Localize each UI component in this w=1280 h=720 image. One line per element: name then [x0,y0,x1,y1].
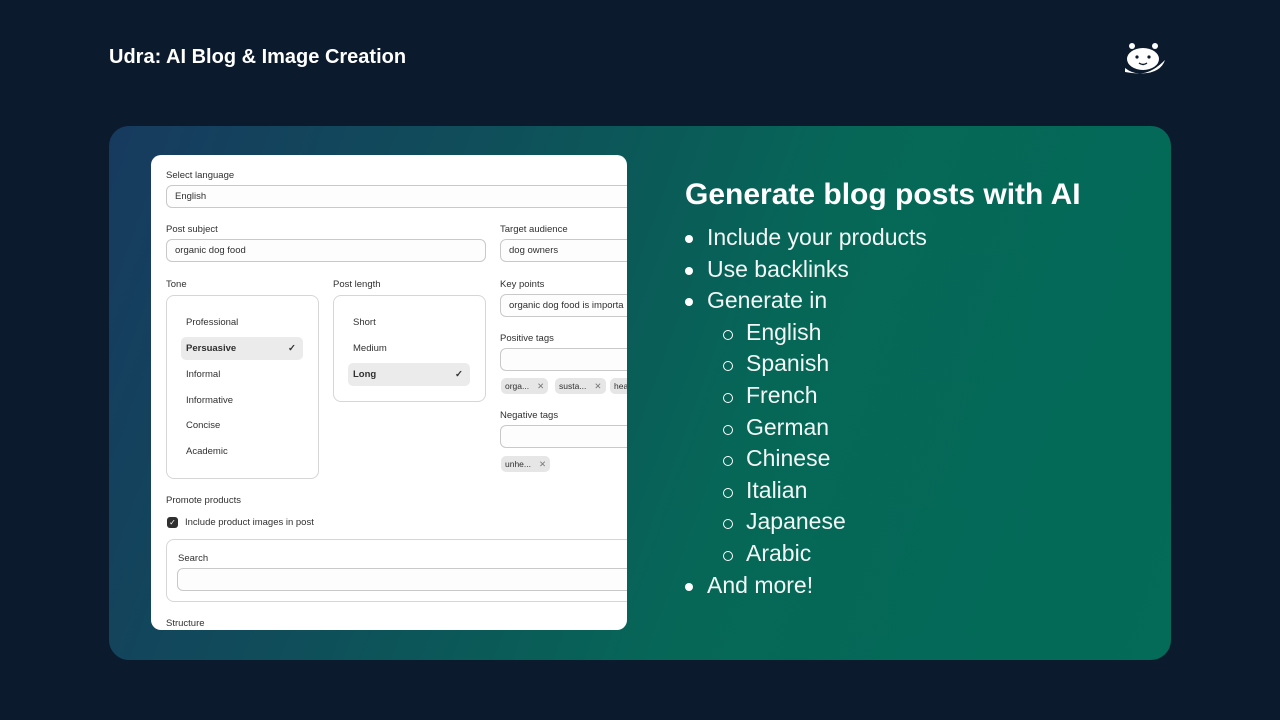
tone-option-concise[interactable]: Concise [181,414,303,437]
close-icon[interactable]: ✕ [539,459,546,469]
language-label: Select language [166,170,235,181]
positive-tag[interactable]: hea [610,378,627,394]
length-option-long[interactable]: Long ✓ [348,363,470,386]
include-images-label: Include product images in post [185,517,314,528]
positive-tag[interactable]: susta... ✕ [555,378,606,394]
feature-item: Use backlinks [685,254,1081,286]
include-images-checkbox[interactable]: ✓ [167,517,178,528]
tag-label: orga... [505,381,530,391]
feature-list: Generate blog posts with AI Include your… [685,178,1081,601]
structure-label: Structure [166,618,205,629]
language-item: German [685,412,1081,444]
tone-option-informative[interactable]: Informative [181,389,303,412]
language-item: Arabic [685,538,1081,570]
target-audience-label: Target audience [500,224,568,235]
tone-option-label: Persuasive [186,343,237,354]
checkmark-icon: ✓ [455,369,463,380]
language-item: English [685,317,1081,349]
key-points-label: Key points [500,279,545,290]
language-item: French [685,380,1081,412]
page-title: Udra: AI Blog & Image Creation [109,46,407,68]
positive-tags-label: Positive tags [500,333,554,344]
tag-label: susta... [559,381,587,391]
product-search-input[interactable] [177,568,627,591]
product-search-box: Search [166,539,627,602]
feature-item: Generate in [685,285,1081,317]
positive-tags-input[interactable] [500,348,627,371]
post-length-label: Post length [333,279,381,290]
post-subject-input[interactable]: organic dog food [166,239,486,262]
tone-option-academic[interactable]: Academic [181,440,303,463]
target-audience-input[interactable]: dog owners [500,239,627,262]
otter-logo-icon [1125,43,1165,74]
length-option-label: Long [353,369,377,380]
feature-card: Select language English Post subject org… [109,126,1171,660]
tone-list: Professional Persuasive ✓ Informal Inform… [166,295,319,479]
negative-tags-label: Negative tags [500,410,559,421]
search-label: Search [178,553,209,564]
language-item: Chinese [685,443,1081,475]
language-item: Spanish [685,348,1081,380]
tone-label: Tone [166,279,187,290]
post-subject-label: Post subject [166,224,218,235]
positive-tag[interactable]: orga... ✕ [501,378,549,394]
tone-option-informal[interactable]: Informal [181,363,303,386]
tone-option-persuasive[interactable]: Persuasive ✓ [181,337,303,360]
language-item: Japanese [685,506,1081,538]
negative-tags-input[interactable] [500,425,627,448]
post-length-list: Short Medium Long ✓ [333,295,486,402]
tone-option-professional[interactable]: Professional [181,311,303,334]
promote-products-label: Promote products [166,495,241,506]
length-option-short[interactable]: Short [348,311,470,334]
negative-tag[interactable]: unhe... ✕ [501,456,551,472]
feature-item: Include your products [685,222,1081,254]
feature-item: And more! [685,570,1081,602]
tag-label: hea [614,381,627,391]
checkmark-icon: ✓ [288,343,296,354]
key-points-input[interactable]: organic dog food is importa [500,294,627,317]
language-item: Italian [685,475,1081,507]
blog-form-screenshot: Select language English Post subject org… [151,155,627,630]
language-select[interactable]: English [166,185,627,208]
tag-label: unhe... [505,459,531,469]
feature-heading: Generate blog posts with AI [685,178,1081,211]
length-option-medium[interactable]: Medium [348,337,470,360]
close-icon[interactable]: ✕ [537,381,544,391]
close-icon[interactable]: ✕ [594,381,601,391]
